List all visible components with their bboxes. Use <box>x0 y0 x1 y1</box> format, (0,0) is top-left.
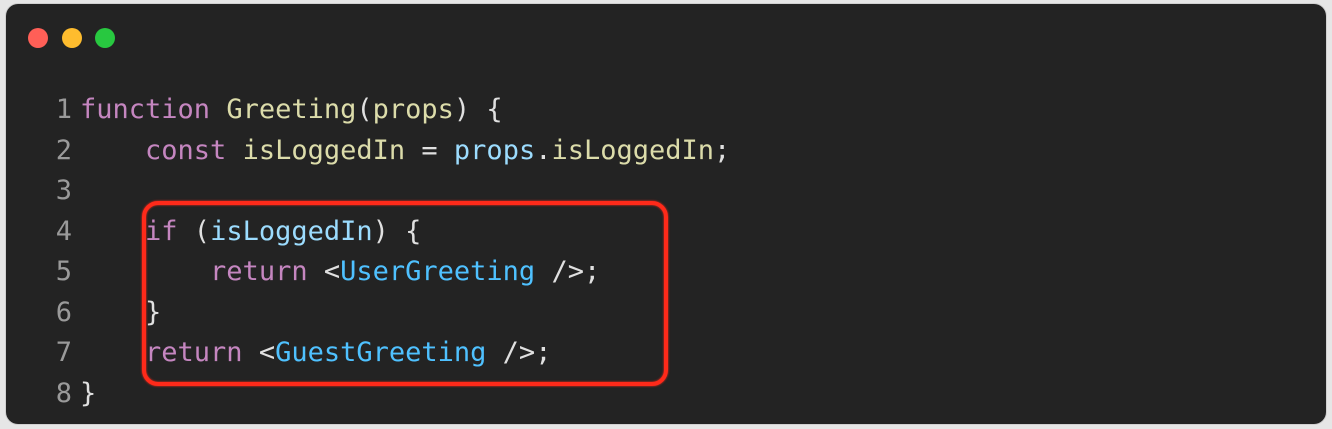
code-token: GuestGreeting <box>275 337 487 368</box>
code-window: 1 function Greeting(props) {2 const isLog… <box>6 4 1326 424</box>
code-token: ( <box>177 215 211 247</box>
code-line: 8} <box>6 374 1326 415</box>
code-token: ( <box>356 94 373 125</box>
maximize-window-button[interactable] <box>95 28 115 48</box>
code-token: ; <box>714 134 731 166</box>
code-token: isLoggedIn <box>242 134 406 166</box>
code-token: UserGreeting <box>340 256 536 287</box>
line-number: 5 <box>55 256 72 287</box>
code-token: < <box>242 337 276 368</box>
code-token: . <box>535 134 552 166</box>
code-token: Greeting <box>226 94 357 125</box>
code-token: ) { <box>372 215 422 247</box>
close-window-button[interactable] <box>28 28 48 48</box>
code-text: function Greeting(props) { <box>80 90 503 131</box>
code-token: = <box>405 134 454 166</box>
code-token: isLoggedIn <box>551 134 715 166</box>
code-line: 6 } <box>6 293 1326 334</box>
code-block: 1 function Greeting(props) {2 const isLog… <box>6 90 1326 414</box>
code-line: 4 if (isLoggedIn) { <box>6 212 1326 253</box>
line-number: 6 <box>55 296 72 328</box>
code-line: 7 return <GuestGreeting />; <box>6 333 1326 374</box>
code-line: 2 const isLoggedIn = props.isLoggedIn; <box>6 131 1326 172</box>
line-number: 1 <box>55 94 72 125</box>
line-number: 7 <box>55 337 72 368</box>
code-token: isLoggedIn <box>210 215 373 247</box>
code-token: if <box>145 215 178 247</box>
code-line: 1 function Greeting(props) { <box>6 90 1326 131</box>
line-number: 3 <box>55 175 72 206</box>
code-token: const <box>145 134 227 166</box>
code-token: props <box>453 134 536 166</box>
code-text: } <box>80 374 96 415</box>
code-token: return <box>145 337 243 368</box>
code-line: 5 return <UserGreeting />; <box>6 252 1326 293</box>
code-token: ) { <box>453 94 503 125</box>
code-token: return <box>210 256 308 287</box>
code-text: return <GuestGreeting />; <box>80 333 551 374</box>
code-token: } <box>80 296 162 328</box>
code-token: props <box>372 94 454 125</box>
minimize-window-button[interactable] <box>62 28 82 48</box>
code-token: < <box>307 256 341 287</box>
code-token: />; <box>535 256 601 287</box>
code-text: if (isLoggedIn) { <box>80 212 421 253</box>
code-text: const isLoggedIn = props.isLoggedIn; <box>80 131 730 172</box>
code-text: return <UserGreeting />; <box>80 252 600 293</box>
code-text: } <box>80 293 161 334</box>
code-token: function <box>80 94 211 125</box>
line-number: 2 <box>55 134 72 166</box>
code-token: />; <box>486 337 552 368</box>
line-number: 8 <box>55 377 72 409</box>
code-line: 3 <box>6 171 1326 212</box>
code-token: } <box>80 377 97 409</box>
line-number: 4 <box>55 215 72 247</box>
